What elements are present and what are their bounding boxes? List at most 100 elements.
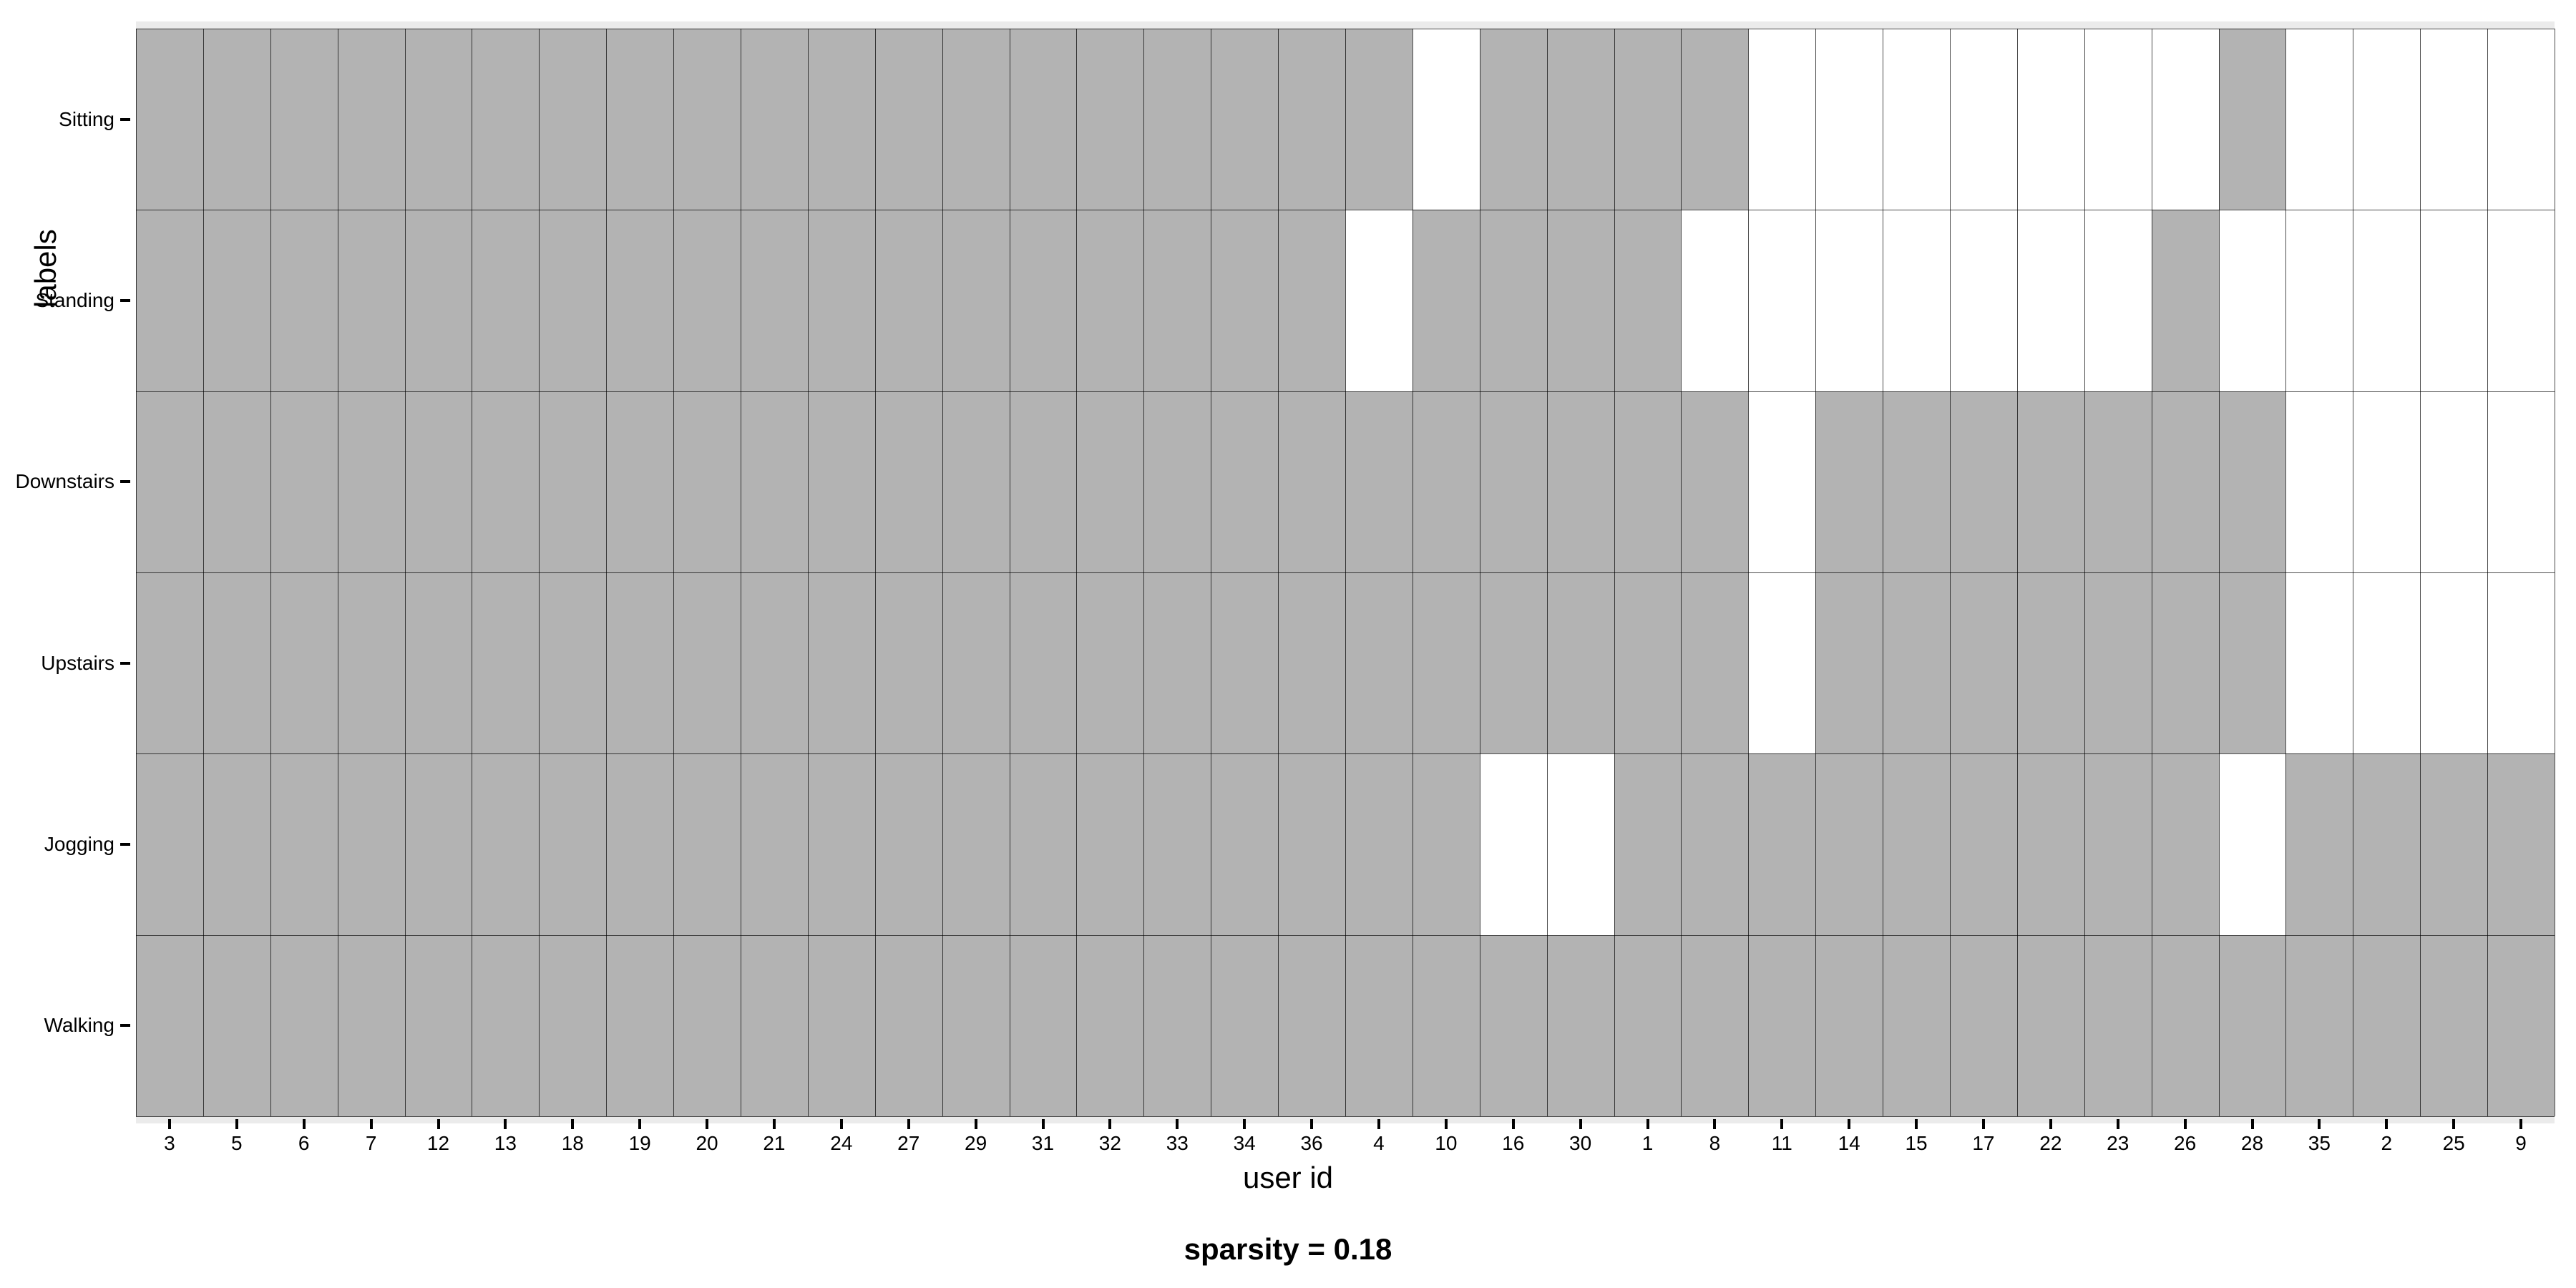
heatmap-cell	[1950, 210, 2017, 391]
heatmap-cell	[2353, 210, 2420, 391]
heatmap-cell	[405, 29, 472, 210]
x-tick-label: 17	[1972, 1132, 1994, 1155]
heatmap-cell	[741, 391, 808, 572]
heatmap-cell	[1010, 210, 1077, 391]
heatmap-cell	[1345, 572, 1413, 753]
x-tick-mark	[2049, 1119, 2052, 1129]
heatmap-cell	[136, 572, 203, 753]
heatmap-cell	[875, 29, 942, 210]
heatmap-cell	[136, 29, 203, 210]
x-tick-label: 12	[427, 1132, 449, 1155]
heatmap-cell	[2084, 753, 2152, 935]
x-tick-label: 10	[1435, 1132, 1457, 1155]
heatmap-cell	[270, 29, 338, 210]
facet-strip	[137, 21, 203, 29]
heatmap-cell	[2420, 391, 2487, 572]
heatmap-cell	[1815, 29, 1883, 210]
heatmap-cell	[2353, 935, 2420, 1116]
heatmap-cell	[1413, 572, 1480, 753]
heatmap-cell	[1950, 572, 2017, 753]
x-tick-label: 19	[629, 1132, 651, 1155]
heatmap-cell	[2219, 572, 2286, 753]
heatmap-cell	[2084, 210, 2152, 391]
heatmap-cell	[1010, 572, 1077, 753]
heatmap-cell	[2487, 210, 2555, 391]
facet-strip	[2286, 21, 2352, 29]
x-tick-label: 16	[1502, 1132, 1524, 1155]
x-tick-label: 26	[2174, 1132, 2196, 1155]
x-tick-mark	[1713, 1119, 1716, 1129]
heatmap-cell	[1480, 935, 1547, 1116]
heatmap-cell	[1345, 935, 1413, 1116]
heatmap-cell	[203, 210, 270, 391]
x-tick-mark	[1243, 1119, 1246, 1129]
heatmap-cell	[1480, 29, 1547, 210]
y-tick-label: Standing	[35, 289, 114, 312]
x-tick-mark	[773, 1119, 776, 1129]
heatmap-cell	[1143, 210, 1211, 391]
heatmap-cell	[338, 753, 405, 935]
heatmap-cell	[2084, 391, 2152, 572]
x-tick-mark	[1646, 1119, 1649, 1129]
heatmap-cell	[875, 572, 942, 753]
facet-strip	[472, 21, 538, 29]
heatmap-cell	[673, 753, 741, 935]
heatmap-cell	[1480, 753, 1547, 935]
x-tick-mark	[235, 1119, 238, 1129]
grid-hline	[136, 1116, 2555, 1117]
heatmap-cell	[1547, 391, 1614, 572]
heatmap-cell	[606, 935, 673, 1116]
heatmap-cell	[2084, 935, 2152, 1116]
heatmap-cell	[203, 572, 270, 753]
heatmap-cell	[1547, 935, 1614, 1116]
x-tick-label: 13	[494, 1132, 517, 1155]
x-tick-label: 35	[2308, 1132, 2331, 1155]
heatmap-cell	[1345, 753, 1413, 935]
heatmap-cell	[338, 572, 405, 753]
heatmap-cell	[2420, 210, 2487, 391]
heatmap-cell	[1480, 391, 1547, 572]
x-tick-mark	[303, 1119, 306, 1129]
heatmap-cell	[539, 391, 606, 572]
heatmap-cell	[1076, 572, 1143, 753]
heatmap-cell	[136, 935, 203, 1116]
plot-panel: SittingStandingDownstairsUpstairsJogging…	[136, 29, 2555, 1116]
y-tick-label: Sitting	[59, 108, 114, 131]
heatmap-cell	[405, 391, 472, 572]
x-tick-label: 21	[763, 1132, 785, 1155]
x-tick-label: 28	[2241, 1132, 2263, 1155]
x-tick-label: 7	[366, 1132, 377, 1155]
x-tick-mark	[706, 1119, 708, 1129]
heatmap-cell	[1010, 935, 1077, 1116]
heatmap-cell	[2152, 572, 2219, 753]
y-tick-label: Upstairs	[41, 652, 114, 675]
heatmap-cell	[1883, 391, 1950, 572]
heatmap-cell	[203, 391, 270, 572]
heatmap-cell	[2017, 753, 2084, 935]
y-tick-label: Jogging	[44, 833, 114, 856]
x-tick-mark	[1445, 1119, 1448, 1129]
facet-strip	[1682, 21, 1747, 29]
x-tick-label: 24	[830, 1132, 852, 1155]
x-tick-mark	[2452, 1119, 2455, 1129]
heatmap-cell	[808, 210, 875, 391]
heatmap-cell	[1950, 29, 2017, 210]
facet-strip	[1548, 21, 1614, 29]
heatmap-cell	[1748, 753, 1815, 935]
facet-strip	[271, 21, 337, 29]
heatmap-cell	[1815, 210, 1883, 391]
facet-strip	[607, 21, 673, 29]
x-tick-label: 11	[1772, 1132, 1792, 1155]
facet-strip	[1615, 21, 1681, 29]
heatmap-cell	[1076, 29, 1143, 210]
chart-caption: sparsity = 0.18	[0, 1232, 2576, 1267]
heatmap-cell	[808, 29, 875, 210]
facet-strip	[1077, 21, 1143, 29]
heatmap-cell	[1076, 753, 1143, 935]
facet-strip	[1279, 21, 1345, 29]
heatmap-cell	[1681, 753, 1748, 935]
facet-strip	[2353, 21, 2419, 29]
heatmap-cell	[1278, 391, 1345, 572]
heatmap-cell	[1681, 935, 1748, 1116]
heatmap-cell	[1345, 210, 1413, 391]
